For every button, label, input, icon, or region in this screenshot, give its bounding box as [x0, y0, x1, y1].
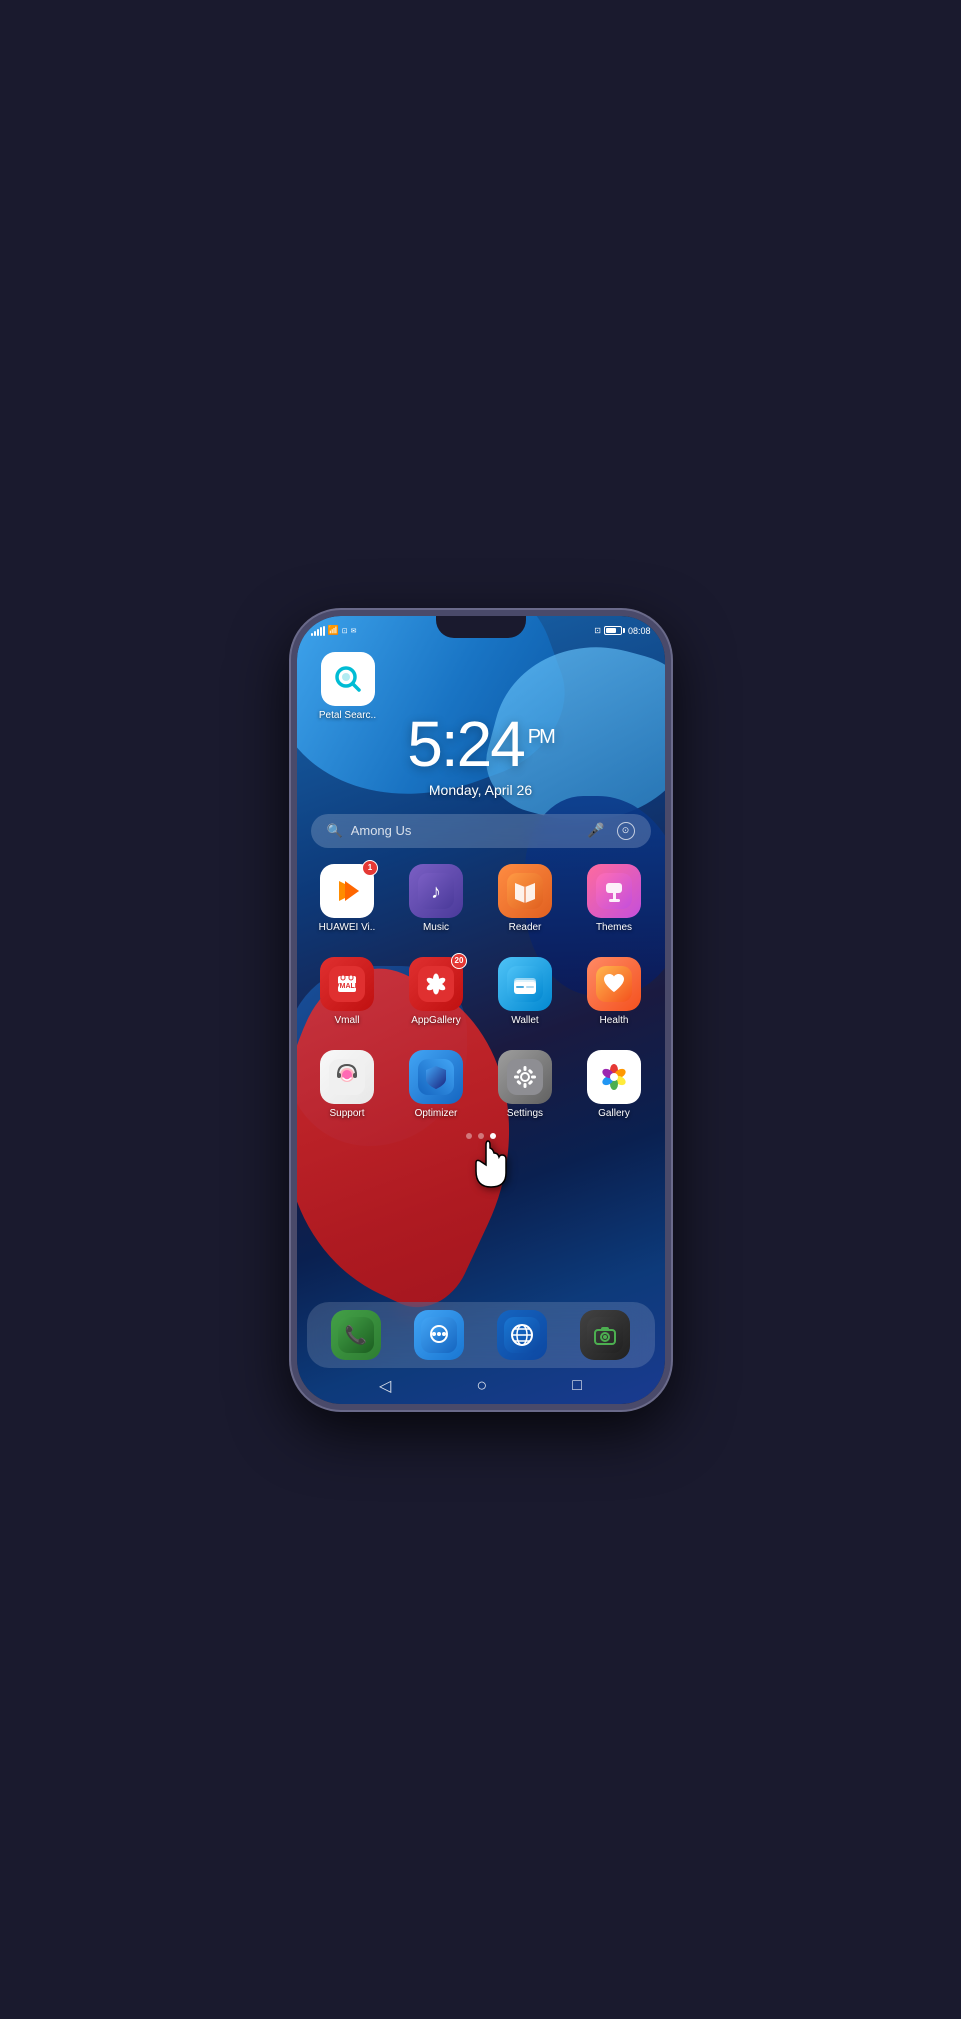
appgallery-icon-wrapper: 20	[409, 957, 463, 1011]
app-item-support[interactable]: Support	[307, 1050, 388, 1119]
music-icon-wrapper: ♪	[409, 864, 463, 918]
vmall-icon: VMALL	[320, 957, 374, 1011]
nav-back-button[interactable]: ◁	[379, 1376, 391, 1396]
health-label: Health	[600, 1015, 629, 1026]
svg-text:♪: ♪	[431, 881, 441, 903]
app-grid-row1: 1 HUAWEI Vi..	[297, 848, 665, 941]
themes-icon-wrapper	[587, 864, 641, 918]
app-item-gallery[interactable]: Gallery	[574, 1050, 655, 1119]
app-item-health[interactable]: Health	[574, 957, 655, 1026]
status-right: ⊡ 08:08	[594, 626, 650, 636]
gallery-label: Gallery	[598, 1108, 630, 1119]
huawei-video-label: HUAWEI Vi..	[319, 922, 376, 933]
support-icon	[320, 1050, 374, 1104]
phone-call-icon[interactable]: 📞	[331, 1310, 381, 1360]
notification-icon: ✉	[351, 627, 357, 635]
app-item-reader[interactable]: Reader	[485, 864, 566, 933]
nav-recents-button[interactable]: □	[572, 1377, 582, 1395]
clock-date: Monday, April 26	[297, 782, 665, 798]
dock-phone[interactable]: 📞	[331, 1310, 381, 1360]
huawei-video-badge: 1	[362, 860, 378, 876]
app-item-appgallery[interactable]: 20 AppGallery	[396, 957, 477, 1026]
app-item-vmall[interactable]: VMALL Vmall	[307, 957, 388, 1026]
battery-icon	[604, 626, 625, 635]
camera-search-icon[interactable]: ⊙	[617, 822, 635, 840]
top-app-petal[interactable]: Petal Searc..	[313, 652, 383, 721]
gallery-icon-wrapper	[587, 1050, 641, 1104]
reader-icon-wrapper	[498, 864, 552, 918]
appgallery-label: AppGallery	[411, 1015, 460, 1026]
gallery-icon	[587, 1050, 641, 1104]
wallet-icon	[498, 957, 552, 1011]
reader-icon	[498, 864, 552, 918]
content-area: Petal Searc.. 5:24PM Monday, April 26 🔍 …	[297, 642, 665, 1404]
support-icon-wrapper	[320, 1050, 374, 1104]
clock-time: 5:24PM	[297, 712, 665, 776]
dock-camera[interactable]	[580, 1310, 630, 1360]
nav-bar: ◁ ○ □	[297, 1368, 665, 1404]
search-bar[interactable]: 🔍 Among Us 🎤 ⊙	[311, 814, 651, 848]
optimizer-icon-wrapper	[409, 1050, 463, 1104]
app-grid-row3: Support	[297, 1034, 665, 1127]
petal-search-icon[interactable]	[321, 652, 375, 706]
optimizer-label: Optimizer	[415, 1108, 458, 1119]
health-icon-wrapper	[587, 957, 641, 1011]
dock: 📞	[307, 1302, 655, 1368]
notch	[436, 616, 526, 638]
dock-messages[interactable]	[414, 1310, 464, 1360]
themes-icon	[587, 864, 641, 918]
camera-app-icon[interactable]	[580, 1310, 630, 1360]
data-icon: ⊡	[342, 627, 348, 635]
svg-text:VMALL: VMALL	[335, 983, 360, 990]
svg-text:📞: 📞	[345, 1323, 368, 1345]
mic-icon[interactable]: 🎤	[587, 822, 604, 839]
themes-label: Themes	[596, 922, 632, 933]
app-item-huawei-video[interactable]: 1 HUAWEI Vi..	[307, 864, 388, 933]
settings-icon-wrapper	[498, 1050, 552, 1104]
app-item-music[interactable]: ♪ Music	[396, 864, 477, 933]
browser-icon[interactable]	[497, 1310, 547, 1360]
search-icons: 🎤 ⊙	[587, 822, 634, 840]
music-icon: ♪	[409, 864, 463, 918]
signal-icon	[311, 626, 325, 636]
app-item-wallet[interactable]: Wallet	[485, 957, 566, 1026]
messages-icon[interactable]	[414, 1310, 464, 1360]
support-label: Support	[329, 1108, 364, 1119]
reader-label: Reader	[509, 922, 542, 933]
wallet-icon-wrapper	[498, 957, 552, 1011]
phone-frame: 📶 ⊡ ✉ ⊡ 08:08	[291, 610, 671, 1410]
optimizer-icon	[409, 1050, 463, 1104]
app-grid-row2: VMALL Vmall	[297, 941, 665, 1034]
phone-screen: 📶 ⊡ ✉ ⊡ 08:08	[297, 616, 665, 1404]
appgallery-badge: 20	[451, 953, 467, 969]
petal-search-label: Petal Searc..	[319, 710, 376, 721]
settings-icon	[498, 1050, 552, 1104]
clock-status: 08:08	[628, 626, 651, 636]
app-item-themes[interactable]: Themes	[574, 864, 655, 933]
health-icon	[587, 957, 641, 1011]
app-item-optimizer[interactable]: Optimizer	[396, 1050, 477, 1119]
search-placeholder: Among Us	[351, 823, 579, 838]
huawei-video-icon-wrapper: 1	[320, 864, 374, 918]
search-magnify-icon: 🔍	[327, 823, 343, 839]
dock-browser[interactable]	[497, 1310, 547, 1360]
wallet-label: Wallet	[511, 1015, 538, 1026]
music-label: Music	[423, 922, 449, 933]
vibrate-icon: ⊡	[594, 626, 601, 635]
vmall-icon-wrapper: VMALL	[320, 957, 374, 1011]
settings-label: Settings	[507, 1108, 543, 1119]
cursor-hand-pointer	[466, 1135, 516, 1204]
nav-home-button[interactable]: ○	[476, 1375, 487, 1396]
status-left: 📶 ⊡ ✉	[311, 625, 357, 636]
vmall-label: Vmall	[334, 1015, 359, 1026]
app-item-settings[interactable]: Settings	[485, 1050, 566, 1119]
wifi-icon: 📶	[328, 625, 339, 636]
